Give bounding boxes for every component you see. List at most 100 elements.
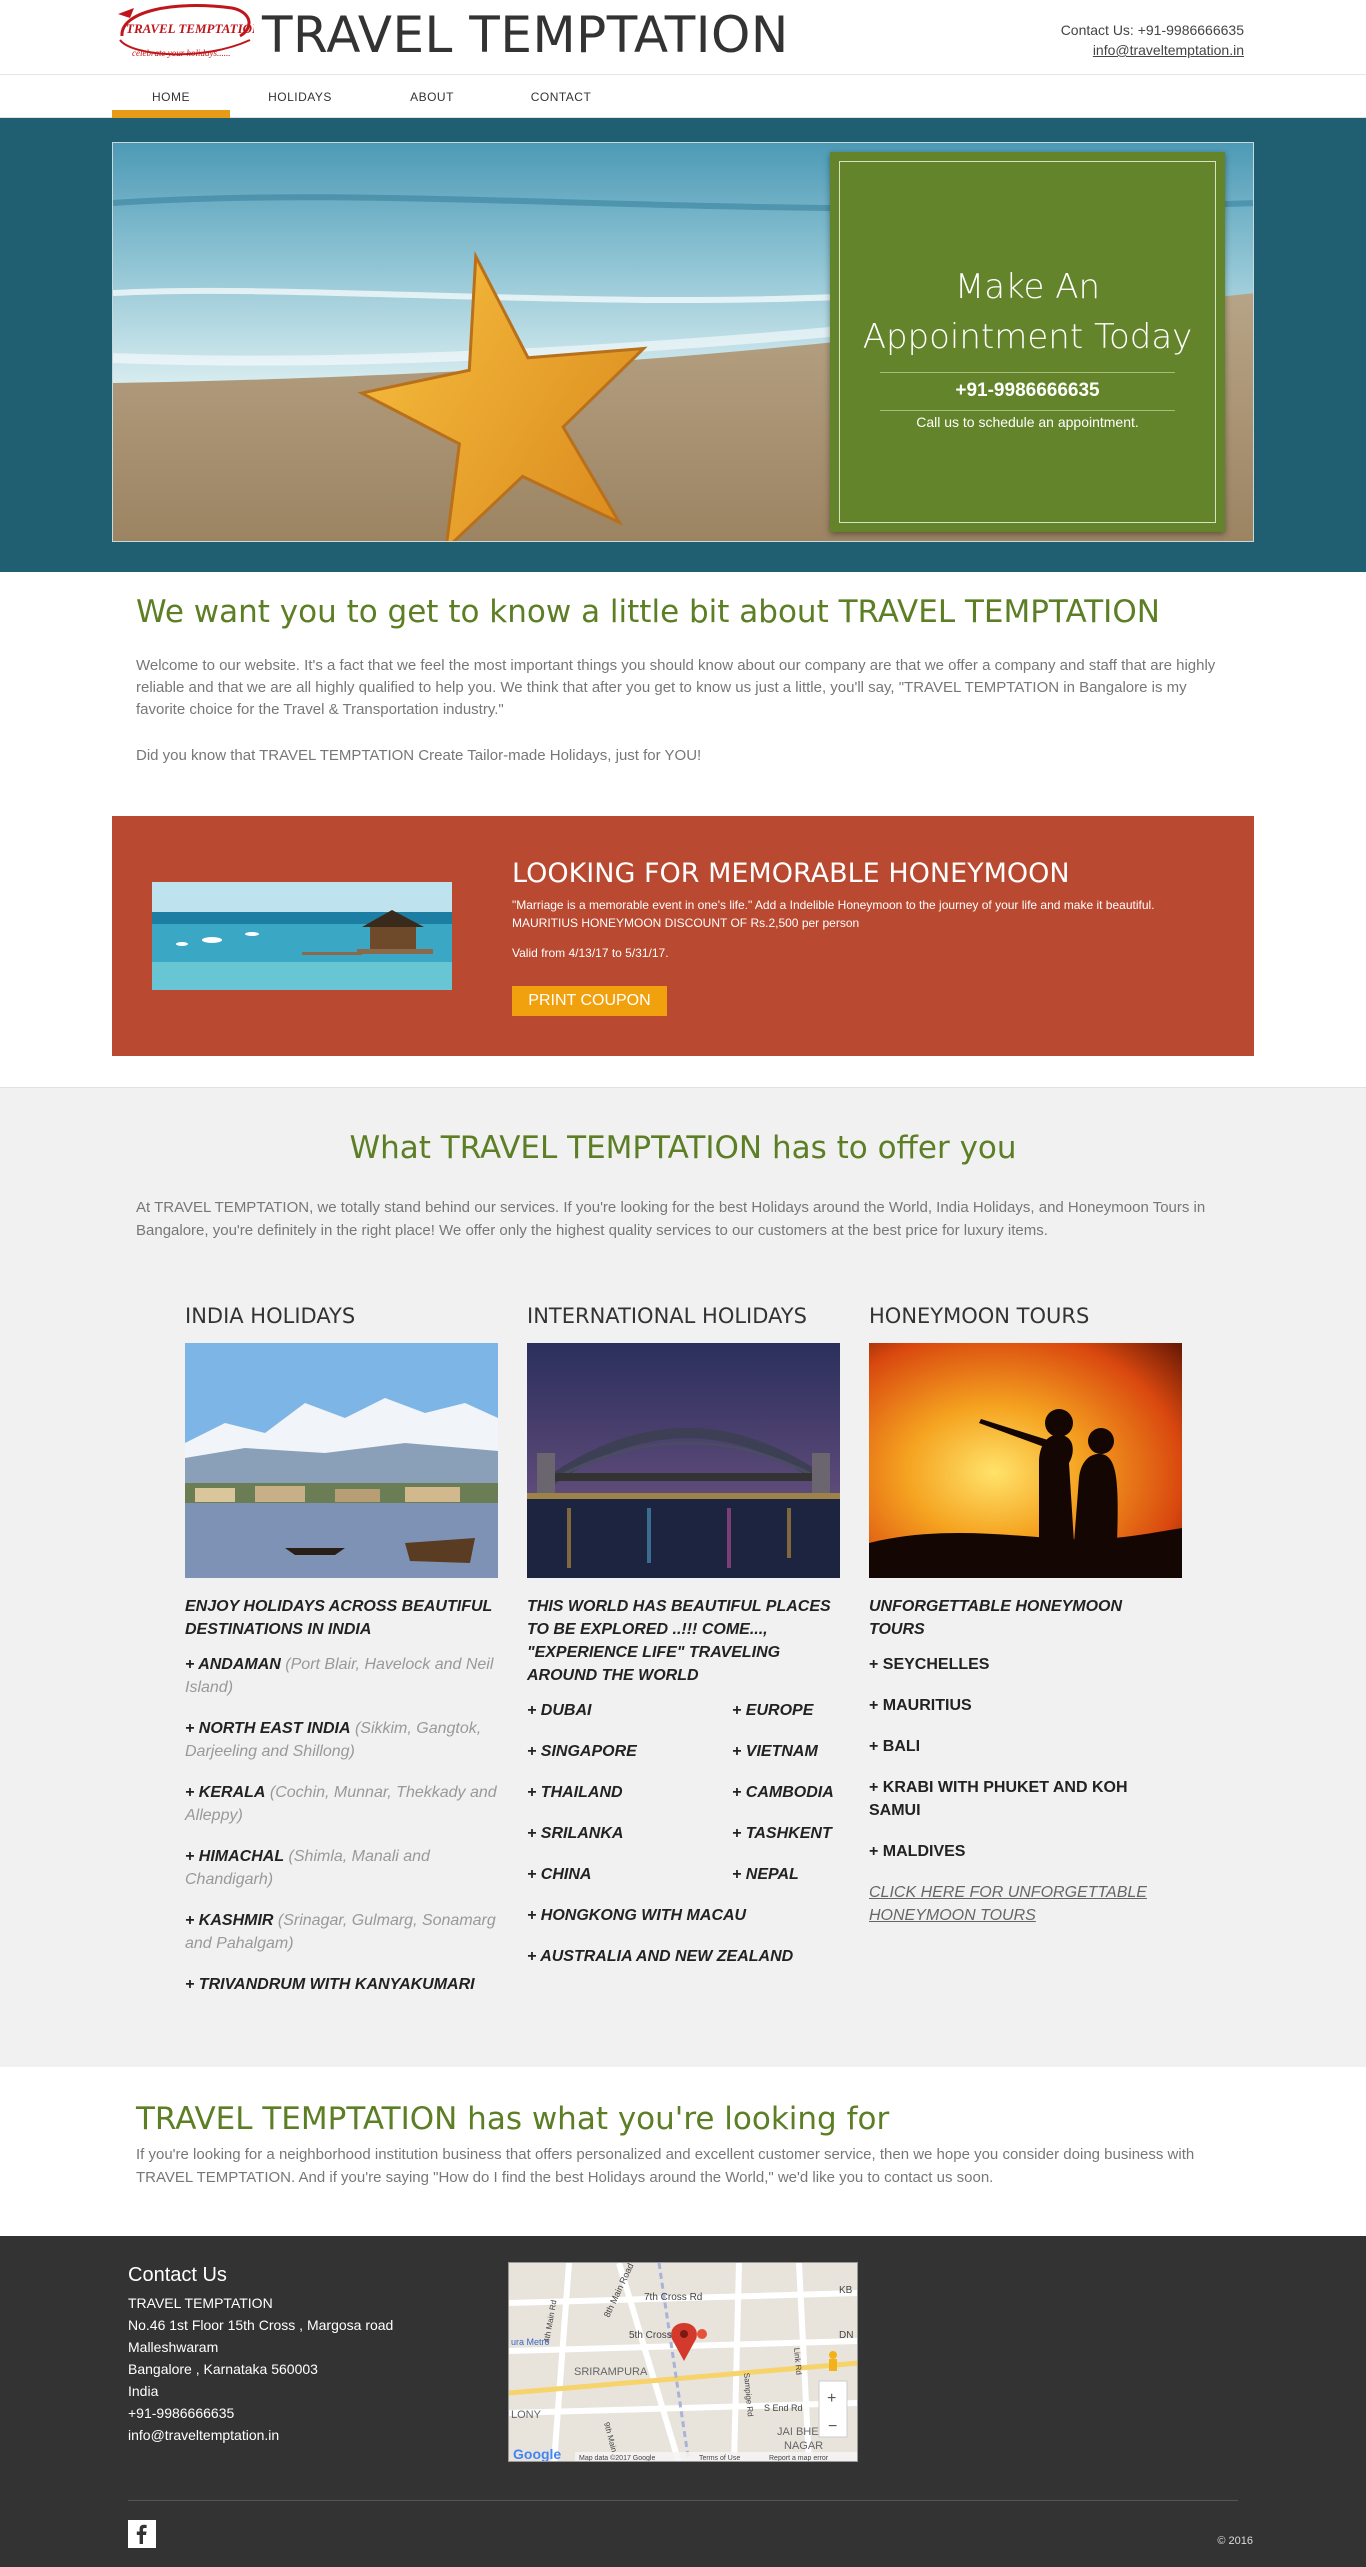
list-item: + SINGAPORE [527,1743,637,1760]
divider [880,410,1175,411]
looking-for-text: If you're looking for a neighborhood ins… [136,2146,1195,2186]
appointment-box: Make An Appointment Today +91-9986666635… [830,152,1225,532]
list-item: + AUSTRALIA AND NEW ZEALAND [527,1948,794,1965]
coupon-banner: LOOKING FOR MEMORABLE HONEYMOON "Marriag… [112,816,1254,1056]
print-coupon-button[interactable]: PRINT COUPON [512,986,667,1016]
list-item: + TRIVANDRUM WITH KANYAKUMARI [185,1976,475,1993]
nav-contact[interactable]: CONTACT [515,75,607,118]
map-label: SRIRAMPURA [574,2366,648,2378]
footer-company: TRAVEL TEMPTATION [128,2295,273,2311]
about-text: Welcome to our website. It's a fact that… [136,657,1216,718]
list-item: + MALDIVES [869,1843,966,1860]
street-view-icon[interactable] [829,2351,837,2371]
map-credit: Map data ©2017 Google [579,2454,655,2462]
map-label: ura Metro [511,2337,550,2347]
honeymoon-tours-list: UNFORGETTABLE HONEYMOON TOURS + SEYCHELL… [869,1595,1182,1927]
logo-tagline: celebrate your holidays...... [132,48,230,58]
facebook-icon[interactable] [128,2520,156,2548]
location-map[interactable]: 7th Cross Rd 4th Main Rd 8th Main Road 5… [508,2262,858,2462]
map-label: KB [839,2285,853,2296]
footer-phone[interactable]: +91-9986666635 [128,2402,393,2424]
google-logo: Google [513,2446,561,2462]
india-holidays-heading: INDIA HOLIDAYS [185,1304,356,1328]
coupon-image-beach-hut [152,882,452,990]
list-item: + TASHKENT [732,1825,832,1842]
honeymoon-tours-link[interactable]: CLICK HERE FOR UNFORGETTABLE HONEYMOON T… [869,1881,1182,1927]
divider [880,372,1175,373]
appointment-frame: Make An Appointment Today +91-9986666635… [839,161,1216,523]
international-holidays-lead: THIS WORLD HAS BEAUTIFUL PLACES TO BE EX… [527,1598,831,1684]
map-label: 7th Cross Rd [644,2292,702,2303]
india-holidays-list: ENJOY HOLIDAYS ACROSS BEAUTIFUL DESTINAT… [185,1595,498,2014]
about-text-2: Did you know that TRAVEL TEMPTATION Crea… [136,747,702,764]
list-item: + NORTH EAST INDIA (Sikkim, Gangtok, Dar… [185,1720,482,1760]
map-report-link[interactable]: Report a map error [769,2455,829,2462]
list-item: + VIETNAM [732,1743,818,1760]
map-label: S End Rd [764,2403,803,2413]
offer-text: At TRAVEL TEMPTATION, we totally stand b… [136,1199,1206,1239]
map-zoom-out-button[interactable]: − [828,2418,837,2435]
list-item: + BALI [869,1738,921,1755]
list-item: + HONGKONG WITH MACAU [527,1907,747,1924]
coupon-description: "Marriage is a memorable event in one's … [512,898,1155,930]
list-item: + KRABI WITH PHUKET AND KOH SAMUI [869,1779,1128,1819]
list-item: + KERALA (Cochin, Munnar, Thekkady and A… [185,1784,497,1824]
map-label: 5th Cross [629,2330,672,2341]
list-item: + ANDAMAN (Port Blair, Havelock and Neil… [185,1656,494,1696]
map-label: DN [839,2330,853,2341]
footer-divider [128,2500,1238,2501]
footer-address-line: No.46 1st Floor 15th Cross , Margosa roa… [128,2317,394,2333]
international-destinations-grid: + DUBAI + EUROPE + SINGAPORE + VIETNAM +… [527,1699,840,1904]
header-contact: Contact Us: +91-9986666635 info@travelte… [1061,20,1244,60]
india-holidays-image [185,1343,498,1578]
nav-about[interactable]: ABOUT [392,75,472,118]
offer-title: What TRAVEL TEMPTATION has to offer you [349,1130,1017,1166]
india-holidays-lead: ENJOY HOLIDAYS ACROSS BEAUTIFUL DESTINAT… [185,1598,492,1638]
list-item: + CAMBODIA [732,1784,834,1801]
footer-address-line: Bangalore , Karnataka 560003 [128,2361,318,2377]
international-holidays-heading: INTERNATIONAL HOLIDAYS [527,1304,807,1328]
nav-holidays[interactable]: HOLIDAYS [255,75,345,118]
footer-address-line: Malleshwaram [128,2339,219,2355]
list-item: + SEYCHELLES [869,1656,990,1673]
header-email-link[interactable]: info@traveltemptation.in [1061,40,1244,60]
site-title: TRAVEL TEMPTATION [262,6,789,64]
footer-country: India [128,2383,159,2399]
list-item: + THAILAND [527,1784,623,1801]
map-label: LONY [511,2409,542,2421]
logo-text: TRAVEL TEMPTATION [126,21,254,36]
appointment-title: Make An Appointment Today [862,267,1193,357]
about-title: We want you to get to know a little bit … [136,594,1160,630]
footer-contact-title: Contact Us [128,2264,227,2286]
contact-label: Contact Us: [1060,22,1134,38]
list-item: + CHINA [527,1866,592,1883]
honeymoon-tours-heading: HONEYMOON TOURS [869,1304,1090,1328]
list-item: + NEPAL [732,1866,799,1883]
map-zoom-in-button[interactable]: + [827,2390,836,2407]
coupon-validity: Valid from 4/13/17 to 5/31/17. [512,946,669,960]
list-item: + DUBAI [527,1702,592,1719]
map-terms-link[interactable]: Terms of Use [699,2455,740,2462]
site-header: TRAVEL TEMPTATION celebrate your holiday… [0,0,1366,75]
list-item: + EUROPE [732,1702,814,1719]
main-nav: HOME HOLIDAYS ABOUT CONTACT [0,75,1366,118]
copyright: © 2016 [1217,2535,1253,2547]
list-item: + SRILANKA [527,1825,624,1842]
appointment-phone[interactable]: +91-9986666635 [840,380,1215,402]
looking-for-title: TRAVEL TEMPTATION has what you're lookin… [136,2101,890,2137]
honeymoon-tours-image [869,1343,1182,1578]
appointment-subtitle: Call us to schedule an appointment. [916,414,1139,430]
list-item: + MAURITIUS [869,1697,972,1714]
site-logo[interactable]: TRAVEL TEMPTATION celebrate your holiday… [112,0,262,72]
international-holidays-list: THIS WORLD HAS BEAUTIFUL PLACES TO BE EX… [527,1595,840,1986]
footer-email[interactable]: info@traveltemptation.in [128,2424,393,2446]
coupon-title: LOOKING FOR MEMORABLE HONEYMOON [512,858,1070,889]
map-label: NAGAR [784,2440,823,2452]
nav-home[interactable]: HOME [112,75,230,118]
list-item: + KASHMIR (Srinagar, Gulmarg, Sonamarg a… [185,1912,496,1952]
international-holidays-image [527,1343,840,1578]
footer-contact-info: TRAVEL TEMPTATION No.46 1st Floor 15th C… [128,2292,393,2446]
honeymoon-tours-lead: UNFORGETTABLE HONEYMOON TOURS [869,1598,1123,1638]
header-phone[interactable]: +91-9986666635 [1138,22,1244,38]
list-item: + HIMACHAL (Shimla, Manali and Chandigar… [185,1848,430,1888]
